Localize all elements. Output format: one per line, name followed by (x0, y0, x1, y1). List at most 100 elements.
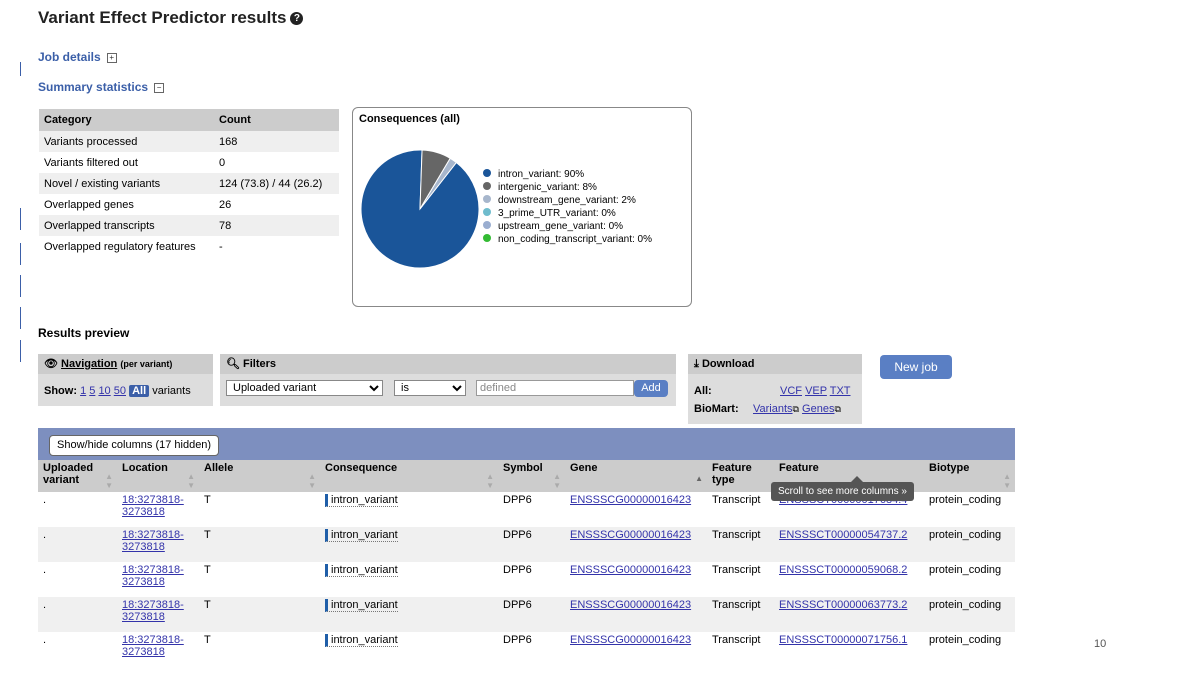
table-row: . 18:3273818-3273818 Tintron_variant DPP6 EN… (38, 632, 1015, 667)
summary-category: Overlapped genes (39, 194, 214, 215)
column-header-location[interactable]: Location ▲ ▼ (117, 460, 199, 492)
column-header-consequence[interactable]: Consequence ▲ ▼ (320, 460, 498, 492)
allele-value: T (204, 564, 211, 576)
download-all-label: All: (694, 385, 712, 397)
download-vep-link[interactable]: VEP (805, 385, 827, 397)
download-txt-link[interactable]: TXT (830, 385, 851, 397)
navigation-link[interactable]: Navigation (61, 358, 117, 370)
column-header-feature-type[interactable]: Feature type (707, 460, 774, 492)
cell-feature-type: Transcript (707, 562, 774, 597)
location-link[interactable]: 18:3273818-3273818 (122, 634, 184, 658)
cell-allele: T (199, 597, 320, 632)
left-edge-line (20, 340, 21, 362)
results-preview-heading: Results preview (38, 326, 130, 340)
summary-category: Overlapped regulatory features (39, 236, 214, 257)
left-edge-line (20, 243, 21, 265)
filter-add-button[interactable]: Add (634, 380, 668, 397)
cell-feature: ENSSSCT00000054737.2 (774, 527, 924, 562)
symbol-value: DPP6 (503, 634, 532, 646)
uploaded-value: . (43, 494, 47, 506)
column-header-allele[interactable]: Allele ▲ ▼ (199, 460, 320, 492)
sort-icon: ▲ ▼ (105, 472, 113, 490)
column-header-gene[interactable]: Gene ▲ (565, 460, 707, 492)
sort-icon: ▲ ▼ (553, 472, 561, 490)
magnifier-icon: 🔍︎ (226, 358, 240, 370)
column-header-biotype[interactable]: Biotype ▲ ▼ (924, 460, 1015, 492)
help-icon[interactable]: ? (290, 12, 304, 25)
gene-link[interactable]: ENSSSCG00000016423 (570, 494, 691, 506)
consequence-label: intron_variant (325, 634, 398, 647)
summary-category: Novel / existing variants (39, 173, 214, 194)
location-link[interactable]: 18:3273818-3273818 (122, 564, 184, 588)
download-icon: ⤓ (694, 358, 699, 370)
sort-icon: ▲ ▼ (308, 472, 316, 490)
cell-biotype: protein_coding (924, 632, 1015, 667)
location-link[interactable]: 18:3273818-3273818 (122, 599, 184, 623)
feature-type-value: Transcript (712, 634, 761, 646)
summary-count: 168 (214, 131, 339, 152)
column-header-uploaded-variant[interactable]: Uploaded variant ▲ ▼ (38, 460, 117, 492)
biotype-value: protein_coding (929, 599, 1002, 611)
feature-link[interactable]: ENSSSCT00000063773.2 (779, 599, 907, 611)
summary-category: Overlapped transcripts (39, 215, 214, 236)
filters-header: 🔍︎ Filters (220, 354, 676, 374)
job-details-toggle[interactable]: Job details + (38, 50, 117, 64)
column-label: Consequence (325, 462, 398, 474)
show-hide-columns-button[interactable]: Show/hide columns (17 hidden) (49, 435, 220, 456)
cell-gene: ENSSSCG00000016423 (565, 562, 707, 597)
summary-count: 0 (214, 152, 339, 173)
gene-link[interactable]: ENSSSCG00000016423 (570, 599, 691, 611)
show-5-link[interactable]: 5 (89, 385, 95, 397)
consequence-label: intron_variant (325, 494, 398, 507)
download-panel: ⤓ Download All: VCF VEP TXT BioMart: Var… (688, 354, 862, 424)
external-link-icon: ⧉ (792, 404, 799, 414)
navigation-header: 👁 Navigation (per variant) (38, 354, 213, 374)
cell-gene: ENSSSCG00000016423 (565, 527, 707, 562)
slide-page-number: 10 (1094, 638, 1107, 650)
external-link-icon: ⧉ (834, 404, 841, 414)
legend-swatch (483, 234, 491, 242)
gene-link[interactable]: ENSSSCG00000016423 (570, 634, 691, 646)
legend-swatch (483, 169, 491, 177)
feature-type-value: Transcript (712, 599, 761, 611)
legend-label: upstream_gene_variant: 0% (498, 221, 624, 232)
gene-link[interactable]: ENSSSCG00000016423 (570, 529, 691, 541)
show-50-link[interactable]: 50 (114, 385, 126, 397)
gene-link[interactable]: ENSSSCG00000016423 (570, 564, 691, 576)
cell-location: 18:3273818-3273818 (117, 632, 199, 667)
summary-count: 26 (214, 194, 339, 215)
filter-value-input[interactable]: defined (476, 380, 634, 396)
cell-symbol: DPP6 (498, 597, 565, 632)
download-vcf-link[interactable]: VCF (780, 385, 802, 397)
summary-statistics-toggle[interactable]: Summary statistics − (38, 80, 165, 94)
biomart-variants-link[interactable]: Variants (753, 403, 793, 415)
cell-consequence: intron_variant (320, 527, 498, 562)
new-job-button[interactable]: New job (880, 355, 952, 379)
cell-uploaded: . (38, 632, 117, 667)
column-header-symbol[interactable]: Symbol ▲ ▼ (498, 460, 565, 492)
feature-link[interactable]: ENSSSCT00000071756.1 (779, 634, 907, 646)
feature-link[interactable]: ENSSSCT00000059068.2 (779, 564, 907, 576)
show-all-button[interactable]: All (129, 385, 150, 397)
cell-feature-type: Transcript (707, 597, 774, 632)
legend-item: non_coding_transcript_variant: 0% (483, 233, 652, 246)
location-link[interactable]: 18:3273818-3273818 (122, 494, 184, 518)
left-edge-line (20, 275, 21, 297)
sort-asc-icon: ▲ (695, 474, 703, 483)
cell-consequence: intron_variant (320, 597, 498, 632)
location-link[interactable]: 18:3273818-3273818 (122, 529, 184, 553)
feature-link[interactable]: ENSSSCT00000054737.2 (779, 529, 907, 541)
biomart-genes-link[interactable]: Genes (802, 403, 834, 415)
filter-operator-select[interactable]: is (394, 380, 466, 396)
feature-type-value: Transcript (712, 494, 761, 506)
column-label: Uploaded variant (43, 462, 94, 486)
cell-consequence: intron_variant (320, 562, 498, 597)
chart-title: Consequences (all) (359, 113, 460, 125)
summary-row: Overlapped genes 26 (39, 194, 339, 215)
table-row: . 18:3273818-3273818 Tintron_variant DPP6 EN… (38, 527, 1015, 562)
show-1-link[interactable]: 1 (80, 385, 86, 397)
cell-feature: ENSSSCT00000071756.1 (774, 632, 924, 667)
legend-swatch (483, 182, 491, 190)
show-10-link[interactable]: 10 (98, 385, 110, 397)
filter-field-select[interactable]: Uploaded variant (226, 380, 383, 396)
